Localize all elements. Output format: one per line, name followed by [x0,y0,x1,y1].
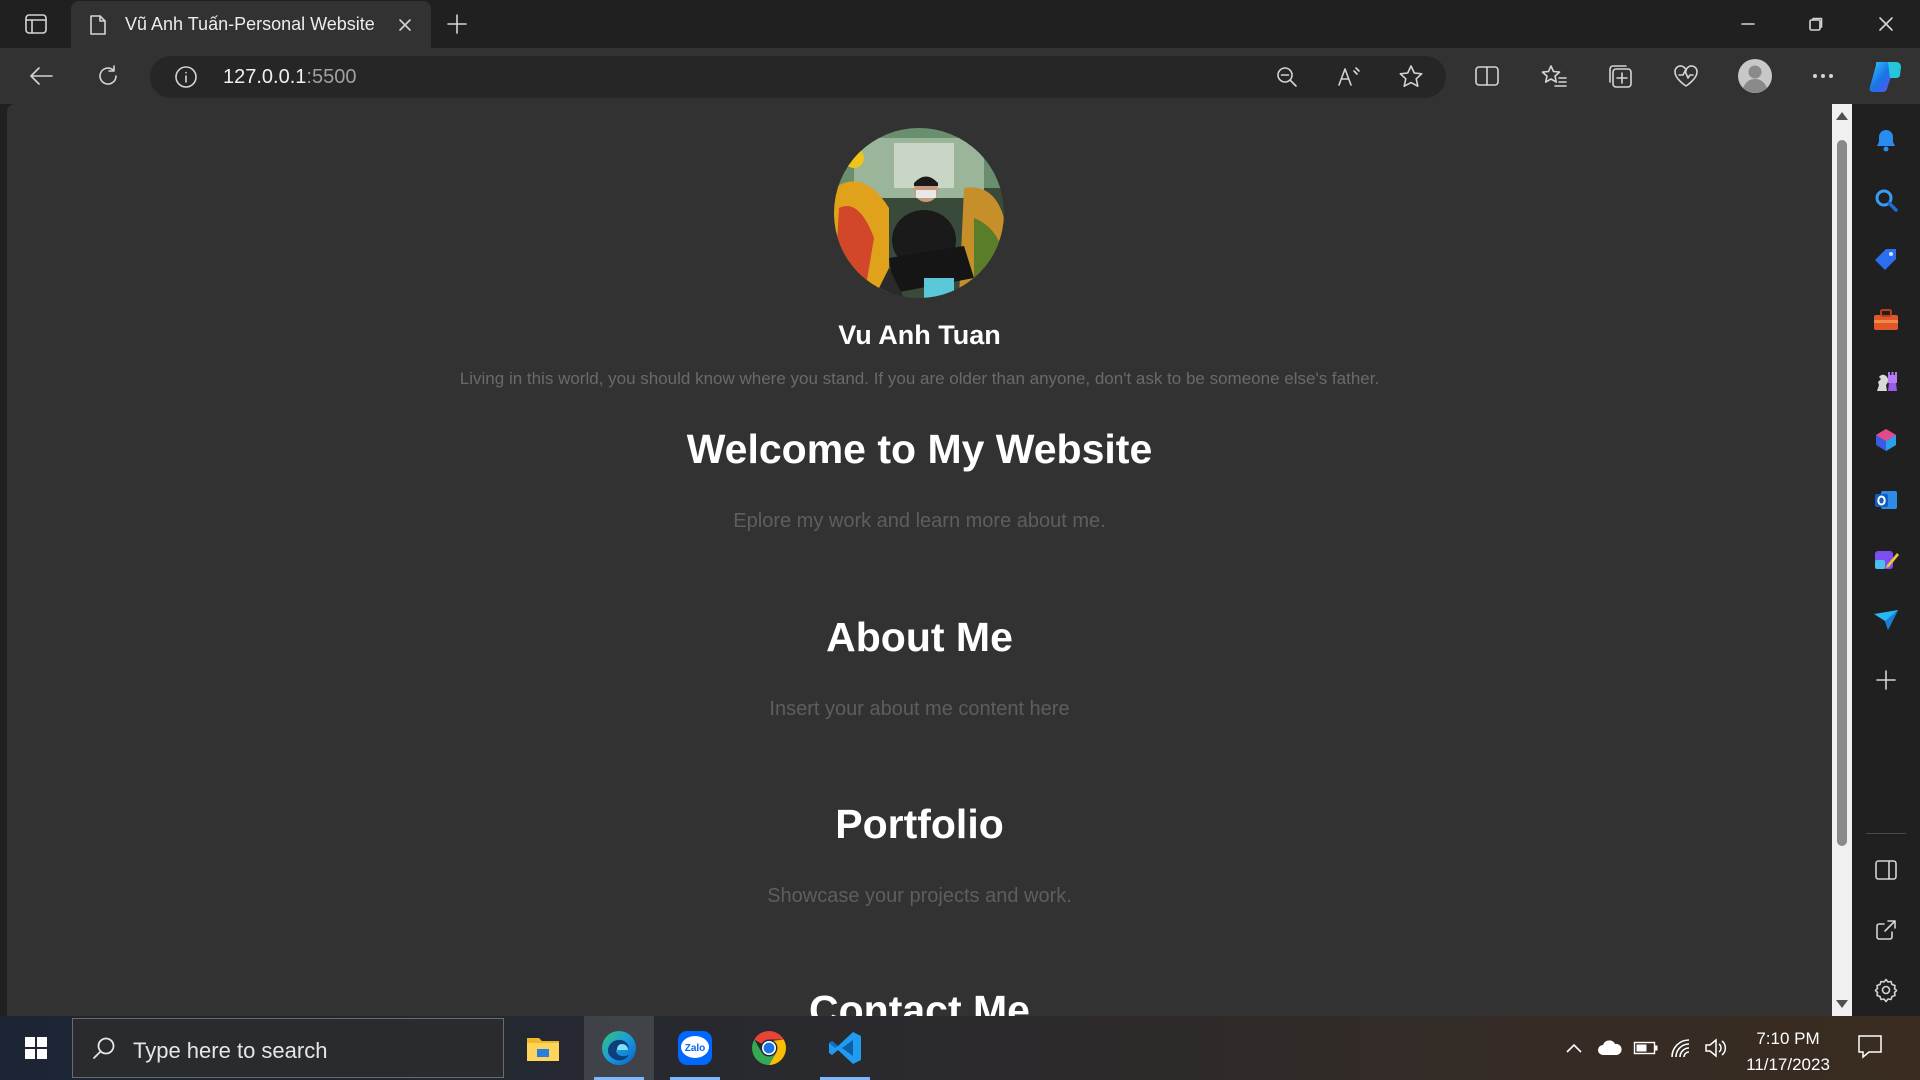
zalo-label: Zalo [685,1043,706,1054]
add-sidebar-app-icon[interactable] [1868,662,1904,698]
profile-avatar-icon[interactable] [1736,58,1774,94]
tab-active[interactable]: Vũ Anh Tuấn-Personal Website [71,1,431,48]
read-aloud-icon[interactable] [1332,61,1366,93]
tab-close-icon[interactable] [393,13,417,37]
tab-strip: Vũ Anh Tuấn-Personal Website [0,0,1920,48]
scroll-up-arrow[interactable] [1836,112,1848,120]
scroll-down-arrow[interactable] [1836,1000,1848,1008]
site-info-icon[interactable] [174,65,198,89]
favorite-star-icon[interactable] [1394,61,1428,93]
profile-name: Vu Anh Tuan [838,320,1001,350]
url-host: 127.0.0.1 [223,66,307,88]
send-paper-plane-icon[interactable] [1868,602,1904,638]
search-placeholder: Type here to search [133,1038,328,1063]
more-options-icon[interactable] [1804,58,1842,94]
copilot-icon[interactable] [1867,58,1905,94]
file-explorer-icon[interactable] [508,1016,578,1080]
chrome-icon[interactable] [734,1016,804,1080]
shopping-tag-icon[interactable] [1868,242,1904,278]
about-text: Insert your about me content here [769,698,1070,720]
page-icon [89,14,107,36]
search-magnifier-icon [91,1035,117,1061]
microsoft-365-icon[interactable] [1868,422,1904,458]
edge-taskbar-icon[interactable] [584,1016,654,1080]
vscode-icon[interactable] [810,1016,880,1080]
minimize-icon[interactable] [1714,0,1782,48]
contact-heading: Contact Me [809,987,1030,1016]
show-hidden-icons-chevron-icon[interactable] [1560,1034,1588,1062]
browser-essentials-icon[interactable] [1667,58,1705,94]
welcome-heading: Welcome to My Website [686,426,1153,472]
new-tab-icon[interactable] [442,10,472,38]
windows-taskbar: Type here to search Zalo 7:10 PM 11/17/2… [0,1016,1920,1080]
system-clock[interactable]: 7:10 PM 11/17/2023 [1736,1026,1840,1078]
portfolio-heading: Portfolio [835,801,1004,847]
zalo-icon[interactable]: Zalo [660,1016,730,1080]
portfolio-text: Showcase your projects and work. [767,885,1072,907]
page-scrollbar[interactable] [1832,104,1852,1016]
notification-center-icon[interactable] [1856,1032,1884,1060]
close-window-icon[interactable] [1852,0,1920,48]
zoom-out-icon[interactable] [1270,61,1304,93]
profile-photo [834,128,1004,298]
games-chess-icon[interactable] [1868,362,1904,398]
taskbar-search-box[interactable]: Type here to search [72,1018,504,1078]
address-bar[interactable]: 127.0.0.1:5500 [150,56,1446,98]
personal-website: Vu Anh Tuan Living in this world, you sh… [7,104,1832,1016]
tools-toolbox-icon[interactable] [1868,302,1904,338]
sidebar-divider [1866,833,1906,834]
split-screen-icon[interactable] [1468,58,1506,94]
edge-sidebar [1852,104,1920,1016]
browser-toolbar: 127.0.0.1:5500 [0,48,1920,104]
profile-quote: Living in this world, you should know wh… [459,369,1380,388]
web-content: Vu Anh Tuan Living in this world, you sh… [7,104,1832,1016]
windows-start-icon[interactable] [10,1016,62,1080]
onedrive-cloud-icon[interactable] [1596,1034,1624,1062]
volume-speaker-icon[interactable] [1702,1034,1730,1062]
about-heading: About Me [826,614,1013,660]
scroll-thumb[interactable] [1837,140,1847,846]
battery-icon[interactable] [1632,1034,1660,1062]
outlook-icon[interactable] [1868,482,1904,518]
hide-sidebar-icon[interactable] [1868,852,1904,888]
sidebar-settings-gear-icon[interactable] [1868,972,1904,1008]
tab-title: Vũ Anh Tuấn-Personal Website [125,14,375,34]
refresh-icon[interactable] [89,58,127,94]
notifications-bell-icon[interactable] [1868,122,1904,158]
back-icon[interactable] [22,58,60,94]
url-text: 127.0.0.1:5500 [223,66,356,89]
designer-icon[interactable] [1868,542,1904,578]
clock-time: 7:10 PM [1756,1029,1820,1048]
welcome-text: Eplore my work and learn more about me. [733,510,1106,532]
restore-icon[interactable] [1782,0,1850,48]
collections-icon[interactable] [1601,58,1639,94]
url-port: :5500 [306,66,357,88]
tab-actions-icon[interactable] [14,11,58,37]
wifi-icon[interactable] [1668,1034,1696,1062]
open-external-icon[interactable] [1868,912,1904,948]
search-icon[interactable] [1868,182,1904,218]
clock-date: 11/17/2023 [1746,1055,1830,1074]
favorites-icon[interactable] [1535,58,1573,94]
